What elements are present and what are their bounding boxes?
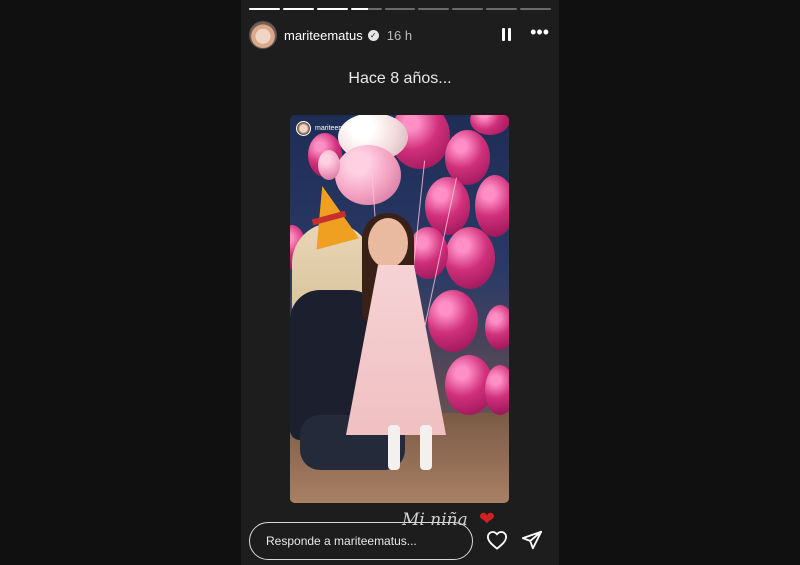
verified-badge-icon: ✓ bbox=[367, 29, 379, 41]
progress-segment bbox=[384, 8, 416, 10]
balloon bbox=[485, 305, 509, 350]
progress-segment bbox=[452, 8, 484, 10]
story-photo: mariteematus bbox=[290, 115, 509, 503]
photo-username: mariteematus bbox=[315, 125, 358, 132]
reply-placeholder: Responde a mariteematus... bbox=[266, 534, 417, 548]
reply-input[interactable]: Responde a mariteematus... bbox=[249, 522, 473, 560]
balloon bbox=[425, 177, 470, 235]
avatar[interactable] bbox=[249, 21, 277, 49]
balloon bbox=[485, 365, 509, 415]
paper-plane-icon bbox=[521, 530, 543, 550]
progress-segment bbox=[418, 8, 450, 10]
heart-emoji-icon: ❤ bbox=[479, 509, 495, 530]
progress-segment bbox=[520, 8, 552, 10]
person-girl-leg bbox=[388, 425, 400, 470]
person-girl-face bbox=[368, 218, 408, 268]
story-header: mariteematus ✓ 16 h ••• bbox=[249, 20, 549, 50]
balloon bbox=[475, 175, 509, 237]
heart-icon[interactable] bbox=[485, 528, 509, 552]
balloon bbox=[445, 227, 495, 289]
story-viewer: mariteematus ✓ 16 h ••• Hace 8 años... m… bbox=[0, 0, 800, 565]
story-card: mariteematus ✓ 16 h ••• Hace 8 años... m… bbox=[241, 0, 559, 565]
photo-header: mariteematus bbox=[296, 121, 365, 136]
progress-segment bbox=[316, 8, 348, 10]
photo-avatar bbox=[296, 121, 311, 136]
progress-segment bbox=[486, 8, 518, 10]
story-progress-bar bbox=[249, 8, 552, 11]
send-icon[interactable] bbox=[520, 528, 544, 552]
balloon bbox=[428, 290, 478, 352]
balloon bbox=[318, 150, 340, 180]
photo-verified-badge-icon bbox=[359, 126, 365, 131]
progress-segment-current bbox=[350, 8, 382, 10]
more-options-icon[interactable]: ••• bbox=[530, 23, 549, 43]
post-time: 16 h bbox=[386, 27, 413, 43]
person-girl-leg bbox=[420, 425, 432, 470]
progress-segment bbox=[249, 8, 280, 10]
progress-segment bbox=[282, 8, 314, 10]
heart-outline-icon bbox=[486, 531, 507, 550]
story-caption: Hace 8 años... bbox=[348, 70, 452, 87]
username[interactable]: mariteematus bbox=[284, 28, 363, 43]
pause-icon[interactable] bbox=[498, 28, 514, 42]
